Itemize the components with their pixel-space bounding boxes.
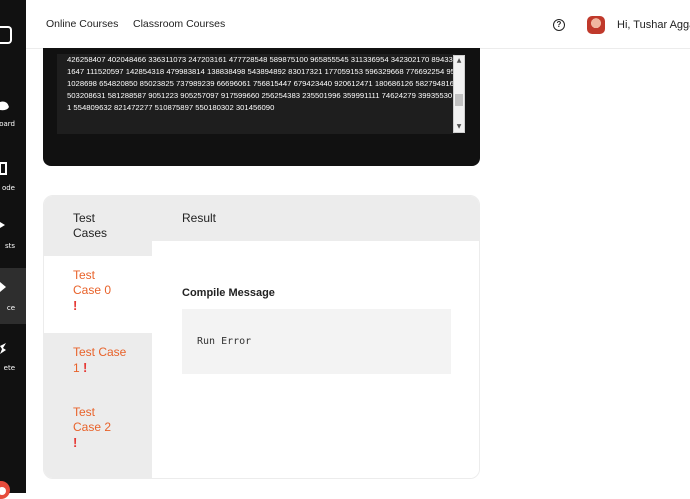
nav-online-courses[interactable]: Online Courses — [46, 18, 118, 30]
results-panel: Test Cases Result Test Case 0 ! Test Cas… — [43, 195, 480, 479]
test-case-list: Test Case 0 ! Test Case 1 ! Test Case 2 … — [44, 241, 152, 478]
sidebar-item-contests[interactable]: sts — [0, 218, 26, 258]
code-icon — [0, 162, 7, 175]
error-icon: ! — [73, 298, 78, 313]
help-icon[interactable]: ? — [553, 19, 565, 31]
test-case-label: Test Case 1 — [73, 345, 127, 375]
sidebar-item-label: ete — [3, 364, 15, 372]
test-case-2[interactable]: Test Case 2 ! — [44, 405, 152, 451]
compile-message-box: Run Error — [182, 309, 451, 374]
console-scrollbar[interactable]: ▲ ▼ — [453, 55, 465, 133]
notification-icon[interactable] — [0, 481, 10, 499]
sidebar-item-compete[interactable]: ete — [0, 340, 26, 380]
user-greeting[interactable]: Hi, Tushar Aggarwal — [617, 19, 690, 31]
sidebar-item-label: sts — [4, 242, 15, 250]
sidebar-item-label: ode — [1, 184, 15, 192]
test-cases-header: Test Cases — [73, 211, 108, 240]
compile-message-title: Compile Message — [182, 287, 275, 299]
output-console: 426258407 402048466 336311073 247203161 … — [43, 48, 480, 166]
scroll-up-icon[interactable]: ▲ — [454, 56, 464, 66]
contests-icon — [0, 222, 5, 228]
sidebar-item-label: ce — [6, 304, 15, 312]
result-area: Compile Message Run Error — [152, 241, 479, 478]
results-header: Test Cases Result — [44, 196, 479, 241]
error-icon: ! — [83, 360, 88, 375]
test-case-0[interactable]: Test Case 0 ! — [44, 256, 152, 333]
avatar[interactable] — [587, 16, 605, 34]
compile-message-text: Run Error — [197, 336, 252, 347]
compete-icon — [0, 343, 6, 354]
test-case-label: Test Case 0 — [73, 268, 112, 297]
scroll-down-icon[interactable]: ▼ — [454, 122, 464, 132]
sidebar-item-practice[interactable]: ce — [0, 268, 26, 324]
console-output-text[interactable]: 426258407 402048466 336311073 247203161 … — [57, 54, 455, 134]
sidebar-item-code[interactable]: ode — [0, 160, 26, 200]
dashboard-icon — [0, 101, 9, 111]
logo-icon[interactable] — [0, 26, 12, 44]
practice-icon — [0, 282, 6, 292]
scroll-thumb[interactable] — [455, 94, 463, 106]
test-case-label: Test Case 2 — [73, 405, 112, 434]
result-header: Result — [182, 211, 217, 225]
test-case-1[interactable]: Test Case 1 ! — [44, 345, 152, 376]
top-header: Online Courses Classroom Courses ? Hi, T… — [26, 0, 690, 49]
sidebar-item-label: board — [0, 120, 15, 128]
left-sidebar: board ode sts ce ete — [0, 0, 26, 499]
error-icon: ! — [73, 435, 78, 450]
sidebar-item-dashboard[interactable]: board — [0, 96, 26, 136]
nav-classroom-courses[interactable]: Classroom Courses — [133, 18, 225, 30]
